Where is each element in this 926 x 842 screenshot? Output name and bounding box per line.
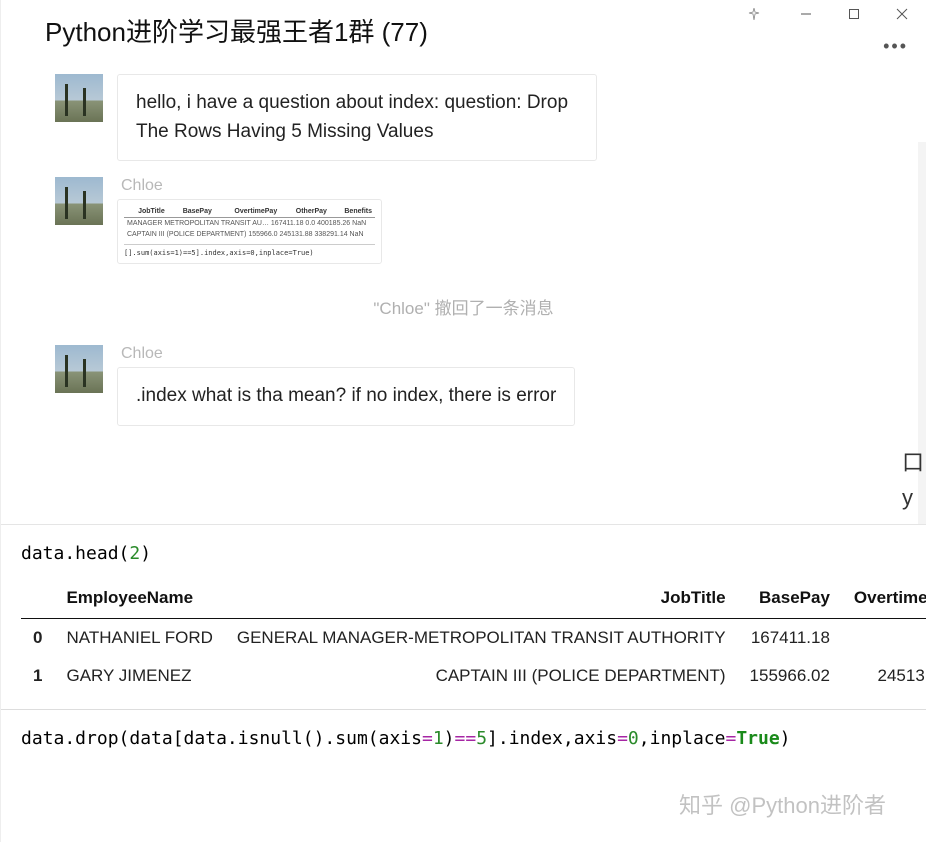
- message-bubble[interactable]: .index what is tha mean? if no index, th…: [117, 367, 575, 426]
- table-header-row: EmployeeName JobTitle BasePay OvertimePa…: [21, 578, 926, 619]
- more-icon[interactable]: •••: [883, 36, 908, 57]
- avatar[interactable]: [55, 177, 103, 225]
- message-bubble[interactable]: hello, i have a question about index: qu…: [117, 74, 597, 161]
- message-row: Chloe .index what is tha mean? if no ind…: [1, 341, 926, 438]
- message-row: hello, i have a question about index: qu…: [1, 70, 926, 173]
- chat-area: hello, i have a question about index: qu…: [1, 70, 926, 525]
- notebook-area: data.head(2) EmployeeName JobTitle BaseP…: [1, 525, 926, 842]
- system-message: "Chloe" 撤回了一条消息: [1, 276, 926, 341]
- pin-icon[interactable]: [730, 0, 778, 28]
- avatar[interactable]: [55, 345, 103, 393]
- code-cell[interactable]: data.drop(data[data.isnull().sum(axis=1)…: [1, 710, 926, 763]
- thumb-code: [].sum(axis=1)==5].index,axis=0,inplace=…: [124, 244, 375, 257]
- edge-text: 口y,: [902, 445, 924, 525]
- minimize-button[interactable]: [782, 0, 830, 28]
- maximize-button[interactable]: [830, 0, 878, 28]
- close-button[interactable]: [878, 0, 926, 28]
- table-row: 1 GARY JIMENEZ CAPTAIN III (POLICE DEPAR…: [21, 657, 926, 695]
- code-cell[interactable]: data.head(2): [1, 525, 926, 578]
- watermark: 知乎 @Python进阶者: [679, 788, 886, 820]
- message-row: Chloe JobTitle BasePay OvertimePay Other…: [1, 173, 926, 276]
- titlebar: Python进阶学习最强王者1群 (77) •••: [1, 0, 926, 70]
- sender-name: Chloe: [117, 177, 382, 195]
- sender-name: Chloe: [117, 345, 575, 363]
- window-title: Python进阶学习最强王者1群 (77): [1, 0, 428, 49]
- output-table: EmployeeName JobTitle BasePay OvertimePa…: [21, 578, 926, 695]
- image-thumbnail[interactable]: JobTitle BasePay OvertimePay OtherPay Be…: [117, 199, 382, 264]
- window-controls: [730, 0, 926, 28]
- avatar[interactable]: [55, 74, 103, 122]
- table-row: 0 NATHANIEL FORD GENERAL MANAGER-METROPO…: [21, 619, 926, 658]
